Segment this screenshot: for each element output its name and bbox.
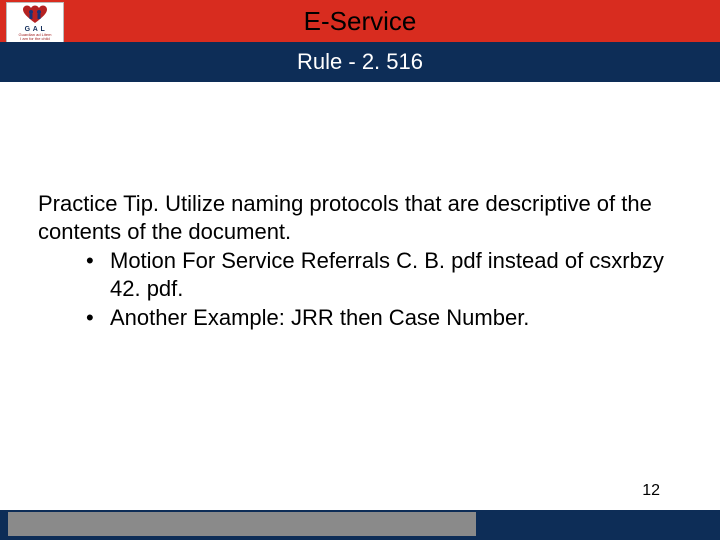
bullet-list: Motion For Service Referrals C. B. pdf i… <box>38 247 678 332</box>
footer-gray-strip <box>8 512 476 536</box>
page-number: 12 <box>642 482 660 500</box>
practice-tip-intro: Practice Tip. Utilize naming protocols t… <box>38 190 678 245</box>
list-item: Another Example: JRR then Case Number. <box>86 304 678 332</box>
subtitle-text: Rule - 2. 516 <box>297 49 423 74</box>
list-item: Motion For Service Referrals C. B. pdf i… <box>86 247 678 302</box>
slide: G A L Guardian ad Litem I am for the chi… <box>0 0 720 540</box>
body-text: Practice Tip. Utilize naming protocols t… <box>38 190 678 332</box>
page-title: E-Service <box>0 6 720 37</box>
subtitle-bar: Rule - 2. 516 <box>0 42 720 82</box>
